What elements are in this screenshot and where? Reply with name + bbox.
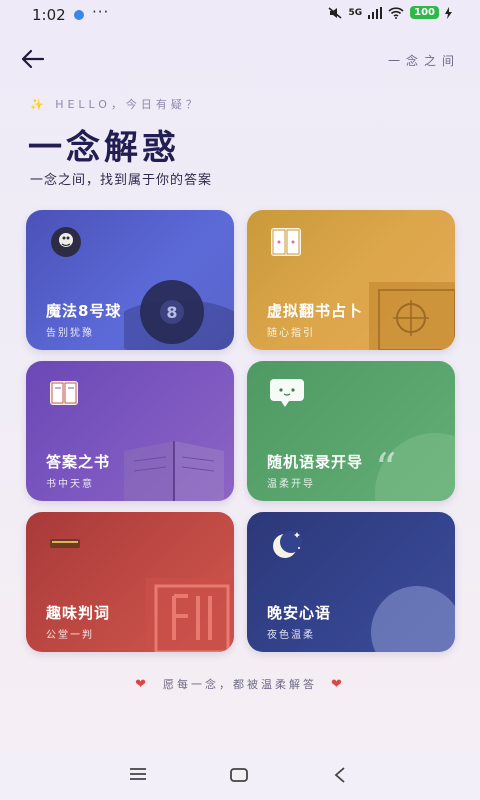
recent-apps-button[interactable]: [128, 766, 152, 786]
app-notification-icon: [74, 10, 84, 20]
card-title: 晚安心语: [267, 604, 332, 622]
status-time: 1:02: [32, 6, 66, 24]
system-navigation-bar: [0, 752, 480, 800]
network-type: 5G: [348, 7, 363, 18]
quote-marks-decoration-icon: “: [375, 433, 455, 501]
book-icon: [271, 228, 301, 256]
card-book-of-answers[interactable]: 答案之书 书中天意: [26, 361, 234, 501]
svg-text:8: 8: [166, 303, 177, 322]
gavel-icon: [50, 539, 80, 548]
card-subtitle: 随心指引: [267, 328, 315, 339]
moon-glow-decoration-icon: [371, 586, 455, 652]
charging-icon: [445, 6, 452, 19]
page-title: 一念解惑: [28, 128, 180, 168]
back-button[interactable]: [20, 48, 48, 72]
brand-label: 一念之间: [387, 54, 460, 68]
open-book-decoration-icon: [124, 441, 224, 501]
status-icons: 5G 100: [328, 6, 452, 19]
home-button[interactable]: [229, 766, 253, 786]
card-random-quotes[interactable]: “ 随机语录开导 温柔开导: [247, 361, 455, 501]
card-subtitle: 温柔开导: [267, 479, 315, 490]
card-virtual-book-divination[interactable]: 虚拟翻书占卜 随心指引: [247, 210, 455, 350]
ornate-book-decoration-icon: [369, 282, 455, 350]
chat-bubble-icon: [270, 379, 304, 407]
more-notifications-icon: ···: [92, 3, 110, 21]
signal-icon: [368, 6, 383, 19]
card-title: 虚拟翻书占卜: [267, 302, 364, 320]
wifi-icon: [388, 6, 404, 19]
card-title: 随机语录开导: [267, 453, 364, 471]
eight-ball-decoration-icon: 8: [124, 280, 234, 350]
verdict-seal-decoration-icon: [146, 578, 234, 652]
card-subtitle: 夜色温柔: [267, 630, 315, 641]
card-subtitle: 公堂一判: [46, 630, 94, 641]
card-title: 趣味判词: [46, 604, 111, 622]
status-bar: 1:02 ··· 5G 100: [0, 0, 480, 32]
card-subtitle: 书中天意: [46, 479, 94, 490]
hello-greeting: ✨ HELLO，今日有疑？: [30, 98, 201, 111]
moon-icon: [273, 531, 302, 558]
home-square-icon: [230, 768, 248, 782]
card-goodnight-words[interactable]: 晚安心语 夜色温柔: [247, 512, 455, 652]
battery-indicator: 100: [410, 6, 439, 19]
heart-icon: ❤: [135, 677, 149, 692]
card-title: 魔法8号球: [46, 302, 122, 320]
footer-text: 愿每一念，都被温柔解答: [163, 678, 317, 691]
svg-text:“: “: [375, 444, 396, 493]
magic-ball-icon: [51, 227, 81, 257]
footer-slogan: ❤ 愿每一念，都被温柔解答 ❤: [0, 676, 480, 692]
chevron-left-icon: [334, 767, 345, 783]
card-fun-verdict[interactable]: 趣味判词 公堂一判: [26, 512, 234, 652]
card-subtitle: 告别犹豫: [46, 328, 94, 339]
open-book-icon: [50, 381, 78, 405]
heart-icon: ❤: [331, 677, 345, 692]
card-magic-8-ball[interactable]: 8 魔法8号球 告别犹豫: [26, 210, 234, 350]
app-header: 一念之间: [0, 40, 480, 76]
mute-icon: [328, 6, 342, 19]
menu-icon: [130, 768, 146, 780]
back-nav-button[interactable]: [332, 766, 356, 786]
page-subtitle: 一念之间，找到属于你的答案: [30, 173, 213, 188]
back-arrow-icon: [21, 49, 45, 69]
card-title: 答案之书: [46, 453, 111, 471]
